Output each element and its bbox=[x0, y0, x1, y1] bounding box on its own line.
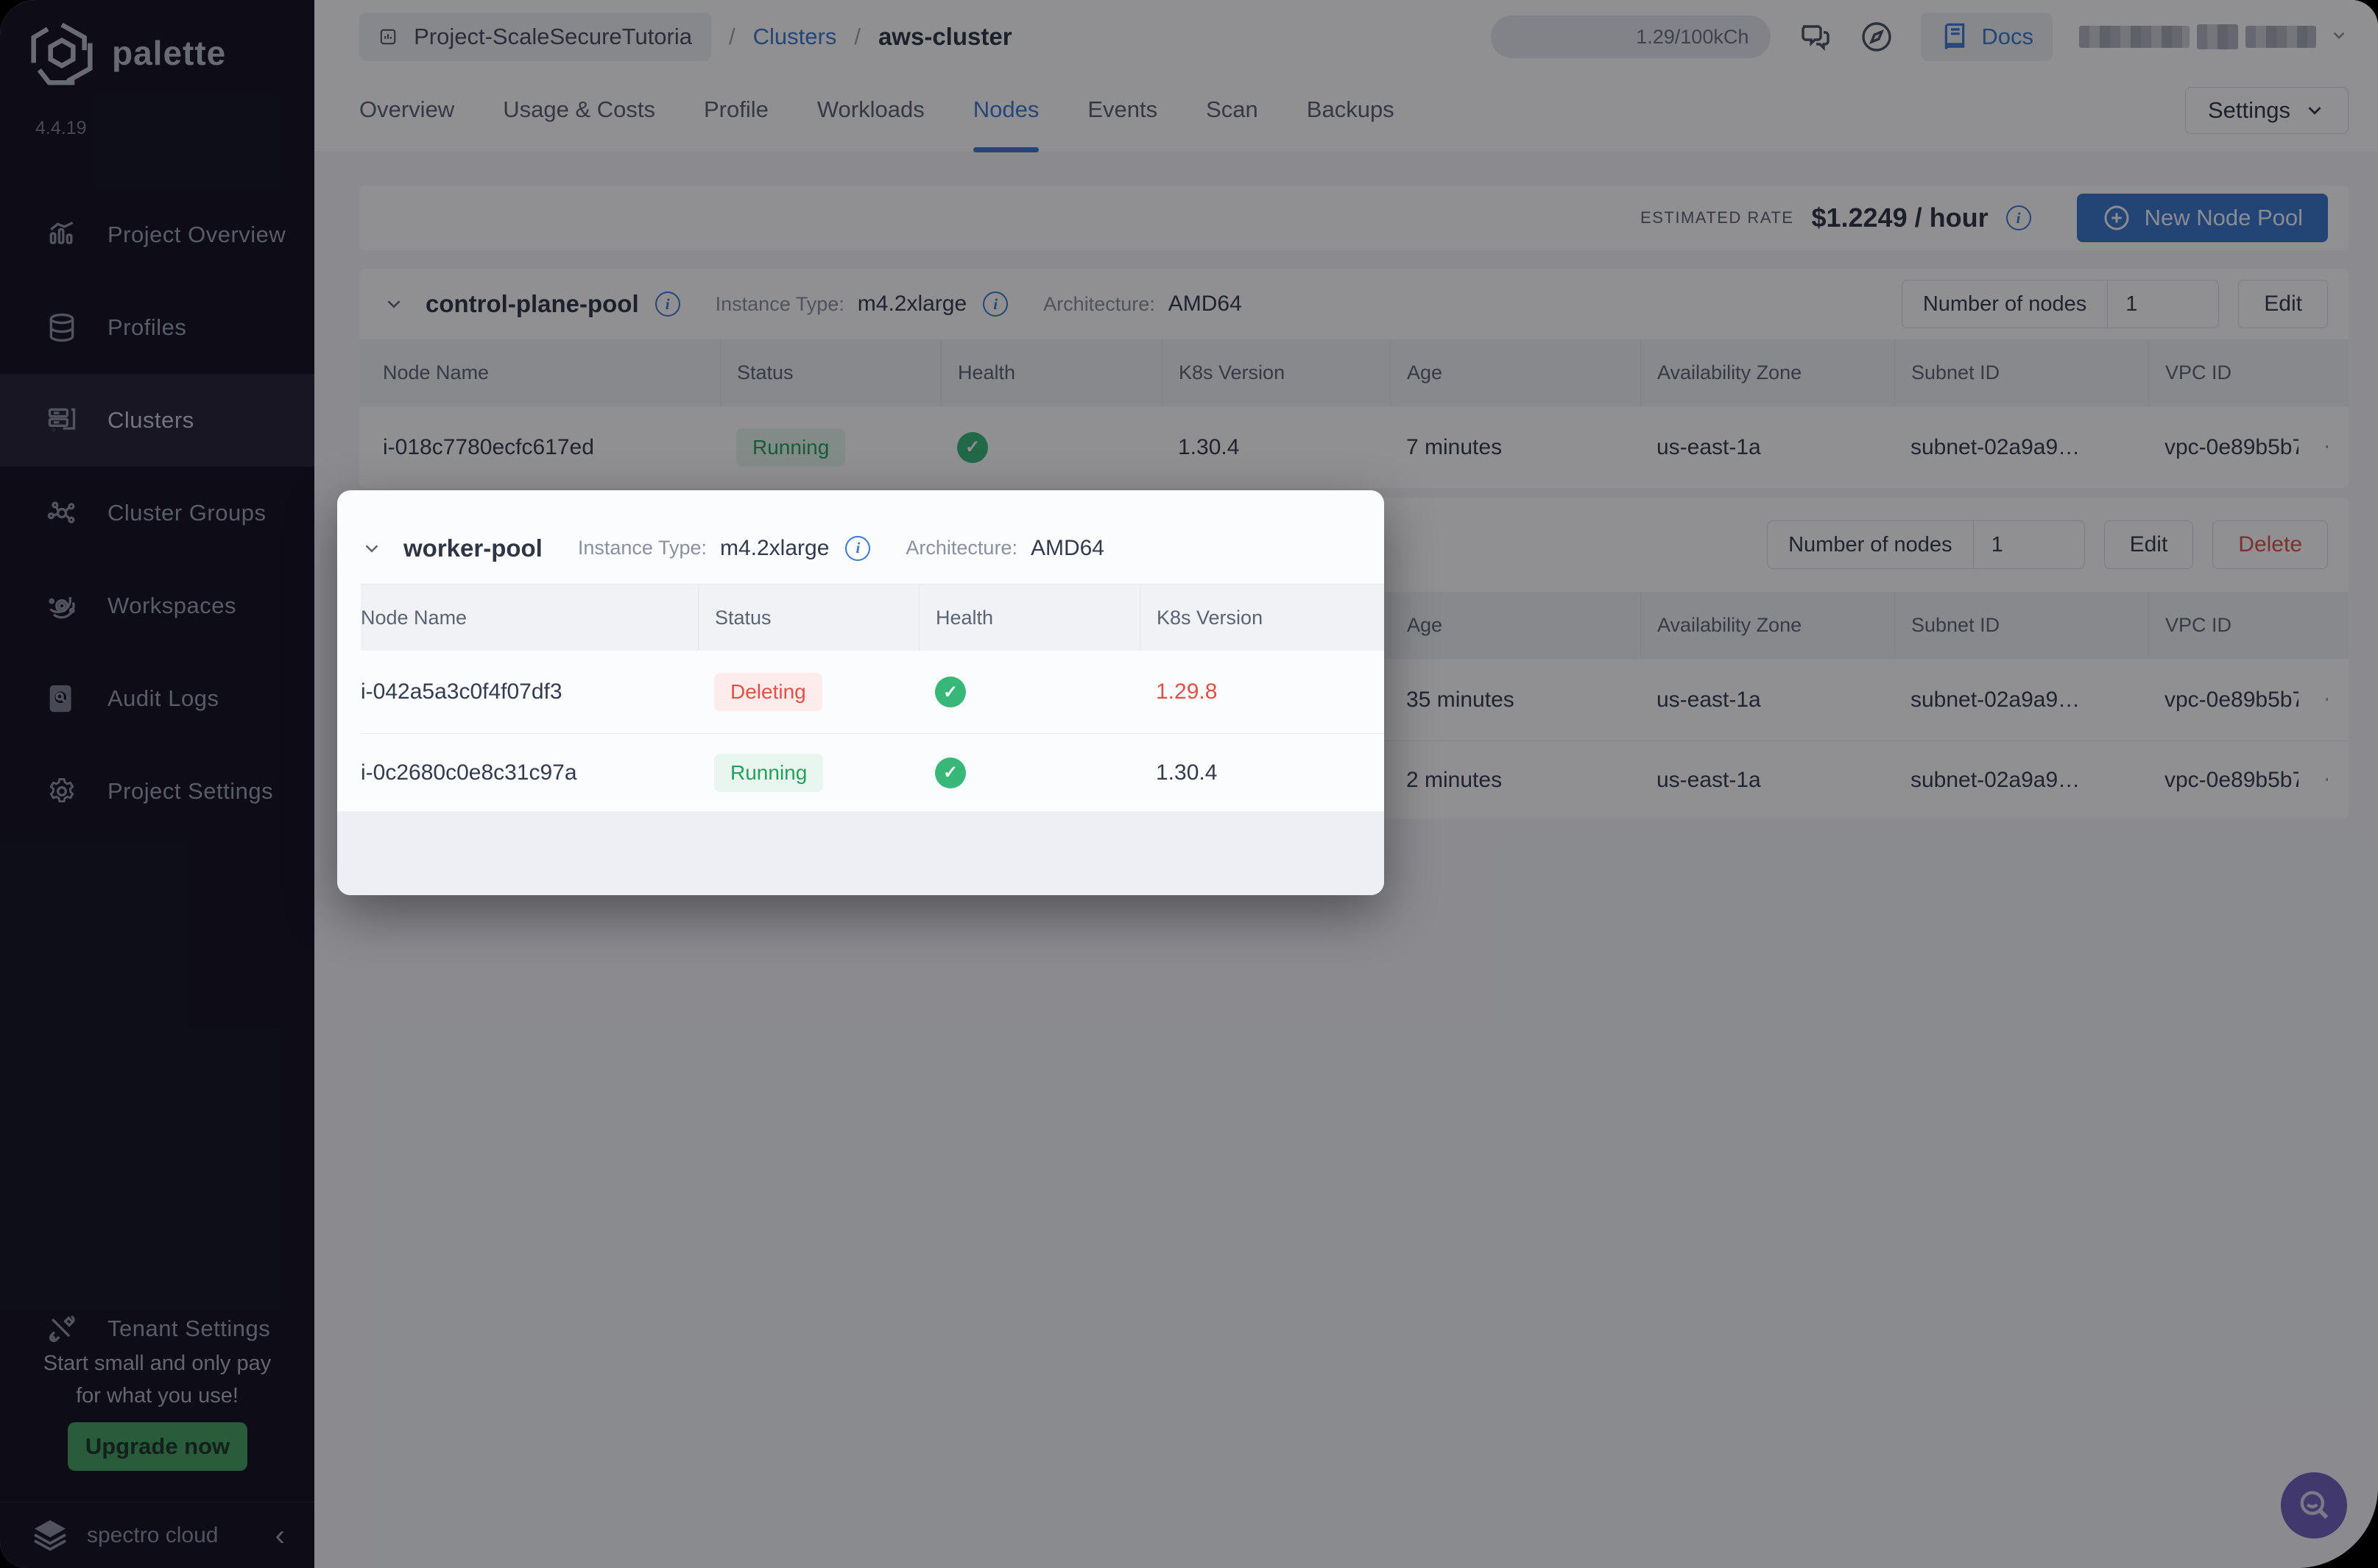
worker-pool-spotlight-card: worker-pool Instance Type: m4.2xlarge i … bbox=[337, 490, 1384, 895]
instance-type-value: m4.2xlarge bbox=[720, 536, 829, 561]
pool-name: worker-pool bbox=[403, 534, 543, 562]
architecture-value: AMD64 bbox=[1031, 536, 1104, 561]
node-name: i-0c2680c0e8c31c97a bbox=[361, 760, 698, 785]
spotlight-card-footer bbox=[337, 811, 1384, 895]
table-row: i-0c2680c0e8c31c97a Running ✓ 1.30.4 bbox=[361, 733, 1384, 811]
instance-type-label: Instance Type: bbox=[578, 537, 707, 559]
col-node-name: Node Name bbox=[361, 585, 698, 651]
table-row: i-042a5a3c0f4f07df3 Deleting ✓ 1.29.8 bbox=[361, 651, 1384, 733]
app-window: palette 4.4.19 Project Overview Profiles bbox=[0, 0, 2378, 1568]
worker-pool-header: worker-pool Instance Type: m4.2xlarge i … bbox=[361, 512, 1384, 585]
k8s-version: 1.29.8 bbox=[1140, 679, 1368, 704]
col-k8s-version: K8s Version bbox=[1140, 585, 1368, 651]
health-check-icon: ✓ bbox=[935, 757, 966, 788]
architecture-label: Architecture: bbox=[906, 537, 1017, 559]
health-check-icon: ✓ bbox=[935, 677, 966, 707]
status-badge: Running bbox=[714, 754, 823, 792]
worker-table-header: Node Name Status Health K8s Version bbox=[361, 585, 1384, 651]
k8s-version: 1.30.4 bbox=[1140, 760, 1368, 785]
instance-type-info-icon[interactable]: i bbox=[845, 536, 870, 561]
status-badge: Deleting bbox=[714, 673, 822, 711]
chevron-down-icon[interactable] bbox=[361, 537, 383, 559]
node-name: i-042a5a3c0f4f07df3 bbox=[361, 679, 698, 704]
col-health: Health bbox=[919, 585, 1140, 651]
col-status: Status bbox=[698, 585, 919, 651]
